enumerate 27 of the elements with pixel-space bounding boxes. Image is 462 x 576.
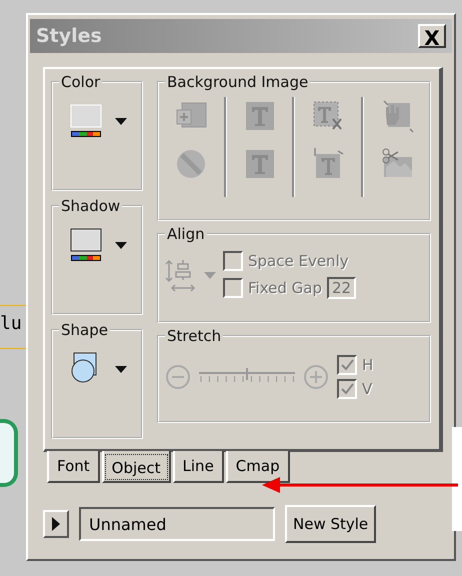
rounded-shape [0, 419, 18, 487]
caret-icon[interactable] [114, 117, 128, 125]
expand-button[interactable] [43, 510, 69, 538]
backdrop-text: lu [0, 315, 23, 333]
new-style-button[interactable]: New Style [285, 505, 376, 543]
tab[interactable]: Line [172, 451, 224, 483]
option-label: Space Evenly [248, 252, 349, 270]
group-label: Align [166, 225, 206, 243]
tab[interactable]: Object [102, 451, 171, 483]
option-label: V [362, 380, 372, 398]
group-label: Shadow [60, 197, 122, 215]
group-label: Shape [60, 321, 109, 339]
caret-icon[interactable] [114, 241, 128, 249]
checkmark-icon [339, 357, 355, 373]
close-button[interactable]: X [418, 24, 446, 48]
group-label: Stretch [166, 327, 222, 345]
option-label: Fixed Gap [248, 279, 322, 297]
group-label: Background Image [166, 73, 310, 91]
group-label: Color [60, 73, 102, 91]
caret-icon[interactable] [114, 365, 128, 373]
option-label: H [362, 356, 374, 374]
style-name-field[interactable]: Unnamed [79, 507, 275, 541]
play-icon [51, 516, 61, 532]
checkmark-icon [339, 381, 355, 397]
tab[interactable]: Cmap [226, 451, 290, 483]
window-title: Styles [36, 25, 102, 47]
tab[interactable]: Font [47, 451, 100, 483]
